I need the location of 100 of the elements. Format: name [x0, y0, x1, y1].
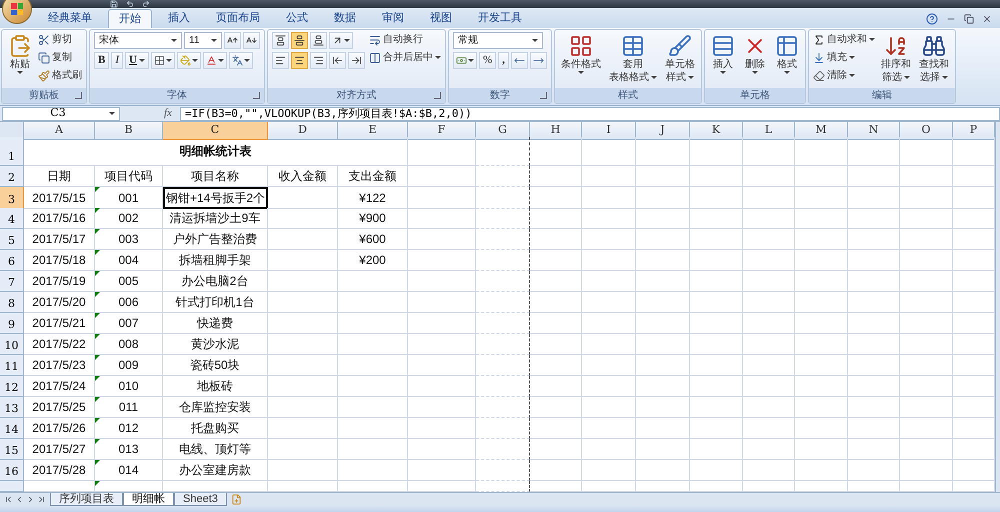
ribbon-button[interactable]: 查找和 选择: [916, 32, 951, 84]
ribbon-tab[interactable]: 开始: [108, 9, 152, 28]
increase-decimal-button[interactable]: [510, 52, 528, 69]
ribbon-button[interactable]: 自动求和: [812, 32, 875, 47]
ribbon-button[interactable]: 删除: [740, 32, 769, 74]
ribbon-tab[interactable]: 视图: [420, 9, 462, 28]
ribbon-tab[interactable]: 数据: [324, 9, 366, 28]
decrease-decimal-button[interactable]: [530, 52, 547, 69]
format-button[interactable]: %: [479, 52, 496, 69]
align-left-button[interactable]: [272, 52, 289, 69]
font-color-button[interactable]: [202, 52, 227, 69]
close-icon[interactable]: [982, 14, 992, 24]
row-header[interactable]: 1: [0, 137, 24, 166]
dialog-launcher-icon[interactable]: [434, 92, 441, 99]
column-header[interactable]: J: [636, 122, 690, 140]
row-header[interactable]: 12: [0, 376, 24, 397]
ribbon-button[interactable]: 清除: [812, 68, 875, 83]
ribbon-button[interactable]: 单元格 样式: [662, 32, 697, 84]
previous-sheet-icon[interactable]: [15, 495, 24, 504]
ribbon-tab[interactable]: 经典菜单: [38, 9, 102, 28]
column-header[interactable]: H: [530, 122, 582, 140]
ribbon-button[interactable]: 格式刷: [38, 68, 82, 83]
align-bottom-button[interactable]: [310, 32, 327, 49]
vertical-scrollbar[interactable]: [995, 122, 1000, 492]
combo-box[interactable]: 常规: [453, 32, 543, 49]
sheet-tab[interactable]: 明细帐: [123, 493, 174, 506]
undo-icon[interactable]: [126, 0, 134, 8]
dialog-launcher-icon[interactable]: [253, 92, 260, 99]
row-header[interactable]: 6: [0, 250, 24, 271]
align-center-button[interactable]: [291, 52, 308, 69]
ribbon-button[interactable]: 复制: [38, 50, 82, 65]
help-icon[interactable]: [926, 13, 938, 25]
phonetic-button[interactable]: [228, 52, 253, 69]
row-header[interactable]: 8: [0, 292, 24, 313]
orientation-button[interactable]: [329, 32, 353, 49]
row-header[interactable]: 13: [0, 397, 24, 418]
row-header[interactable]: 11: [0, 355, 24, 376]
ribbon-button[interactable]: 条件格式: [558, 32, 603, 74]
ribbon-button[interactable]: 填充: [812, 50, 875, 65]
name-box[interactable]: C3: [2, 106, 120, 120]
fill-color-button[interactable]: [176, 52, 201, 69]
first-sheet-icon[interactable]: [4, 495, 13, 504]
column-header[interactable]: G: [476, 122, 530, 140]
dialog-launcher-icon[interactable]: [540, 92, 547, 99]
ribbon-tab[interactable]: 开发工具: [468, 9, 532, 28]
ribbon-button[interactable]: 粘贴: [6, 32, 34, 74]
column-header[interactable]: D: [268, 122, 338, 140]
ribbon-button[interactable]: 自动换行: [369, 32, 441, 47]
format-button[interactable]: ,: [498, 52, 509, 69]
ribbon-button[interactable]: 格式: [772, 32, 801, 74]
column-header[interactable]: N: [848, 122, 900, 140]
currency-button[interactable]: [453, 52, 477, 69]
column-header[interactable]: O: [900, 122, 953, 140]
align-top-button[interactable]: [272, 32, 289, 49]
row-header[interactable]: 3: [0, 187, 24, 209]
ribbon-tab[interactable]: 页面布局: [206, 9, 270, 28]
column-header[interactable]: I: [582, 122, 636, 140]
next-sheet-icon[interactable]: [26, 495, 35, 504]
format-button[interactable]: U: [125, 52, 149, 69]
column-header[interactable]: B: [95, 122, 163, 140]
sheet-tab[interactable]: 序列项目表: [50, 493, 123, 506]
dialog-launcher-icon[interactable]: [75, 92, 82, 99]
redo-icon[interactable]: [142, 0, 150, 8]
save-icon[interactable]: [110, 0, 118, 8]
ribbon-button[interactable]: 插入: [708, 32, 737, 74]
ribbon-button[interactable]: 剪切: [38, 32, 82, 47]
ribbon-tab[interactable]: 审阅: [372, 9, 414, 28]
grow-font-button[interactable]: [224, 32, 241, 49]
last-sheet-icon[interactable]: [37, 495, 46, 504]
combo-box[interactable]: 宋体: [94, 32, 182, 49]
decrease-indent-button[interactable]: [329, 52, 346, 69]
row-header[interactable]: 16: [0, 460, 24, 481]
column-header[interactable]: L: [743, 122, 795, 140]
ribbon-button[interactable]: 排序和 筛选: [878, 32, 913, 84]
border-button[interactable]: [150, 52, 175, 69]
ribbon-button[interactable]: 合并后居中: [369, 50, 441, 65]
row-header[interactable]: 15: [0, 439, 24, 460]
column-header[interactable]: F: [408, 122, 476, 140]
column-header[interactable]: A: [24, 122, 95, 140]
row-header[interactable]: 2: [0, 166, 24, 187]
format-button[interactable]: I: [111, 52, 124, 69]
row-header[interactable]: 9: [0, 313, 24, 334]
shrink-font-button[interactable]: [243, 32, 260, 49]
row-header[interactable]: 7: [0, 271, 24, 292]
restore-icon[interactable]: [964, 14, 974, 24]
row-header[interactable]: 4: [0, 208, 24, 229]
row-header[interactable]: 10: [0, 334, 24, 355]
formula-field[interactable]: =IF(B3=0,"",VLOOKUP(B3,序列项目表!$A:$B,2,0)): [180, 106, 1000, 120]
row-header[interactable]: 14: [0, 418, 24, 439]
combo-box[interactable]: 11: [184, 32, 222, 49]
align-right-button[interactable]: [310, 52, 327, 69]
sheet-tab[interactable]: Sheet3: [174, 493, 227, 506]
column-header[interactable]: K: [690, 122, 743, 140]
insert-function-button[interactable]: fx: [164, 108, 172, 119]
column-header[interactable]: E: [338, 122, 408, 140]
ribbon-tab[interactable]: 插入: [158, 9, 200, 28]
column-header[interactable]: P: [953, 122, 995, 140]
ribbon-tab[interactable]: 公式: [276, 9, 318, 28]
row-header[interactable]: 5: [0, 229, 24, 250]
column-header[interactable]: C: [163, 122, 268, 140]
